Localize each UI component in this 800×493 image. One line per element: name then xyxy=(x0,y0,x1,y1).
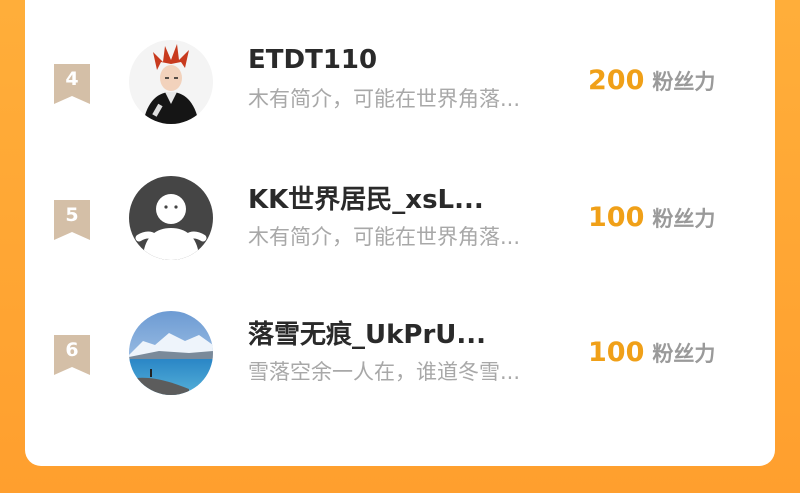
user-description: 雪落空余一人在，谁道冬雪... xyxy=(248,360,521,384)
user-description: 木有简介，可能在世界角落... xyxy=(248,225,521,249)
ranking-row[interactable]: 4 ETDT110 木有简介，可能在世界角落... 200 粉丝力 xyxy=(25,37,775,173)
rank-badge: 6 xyxy=(54,335,90,375)
rank-badge: 5 xyxy=(54,200,90,240)
rank-number: 4 xyxy=(65,68,79,90)
fans-power: 200 粉丝力 xyxy=(588,61,748,101)
rank-badge: 4 xyxy=(54,64,90,104)
fans-count: 200 xyxy=(588,65,645,96)
user-avatar[interactable] xyxy=(129,40,213,124)
user-name[interactable]: 落雪无痕_UkPrU... xyxy=(248,318,578,352)
rank-number: 6 xyxy=(65,339,79,361)
fans-power: 100 粉丝力 xyxy=(588,333,748,373)
fans-count: 100 xyxy=(588,337,645,368)
ranking-row[interactable]: 6 落雪无痕_UkPrU... 雪落空余一人在，谁道冬雪... 100 粉丝力 xyxy=(25,308,775,444)
default-user-avatar-icon xyxy=(129,176,213,260)
user-name[interactable]: KK世界居民_xsL... xyxy=(248,183,578,217)
ranking-card: 4 ETDT110 木有简介，可能在世界角落... 200 粉丝力 5 KK世界… xyxy=(25,0,775,466)
fans-power: 100 粉丝力 xyxy=(588,198,748,238)
fans-label: 粉丝力 xyxy=(652,70,716,94)
user-avatar[interactable] xyxy=(129,176,213,260)
ranking-row[interactable]: 5 KK世界居民_xsL... 木有简介，可能在世界角落... 100 粉丝力 xyxy=(25,173,775,309)
user-name[interactable]: ETDT110 xyxy=(248,43,578,77)
fans-label: 粉丝力 xyxy=(652,207,716,231)
lake-mountain-avatar-icon xyxy=(129,311,213,395)
user-avatar[interactable] xyxy=(129,311,213,395)
rank-number: 5 xyxy=(65,204,79,226)
user-description: 木有简介，可能在世界角落... xyxy=(248,87,521,111)
fans-label: 粉丝力 xyxy=(652,342,716,366)
anime-red-hair-avatar-icon xyxy=(129,40,213,124)
fans-count: 100 xyxy=(588,202,645,233)
